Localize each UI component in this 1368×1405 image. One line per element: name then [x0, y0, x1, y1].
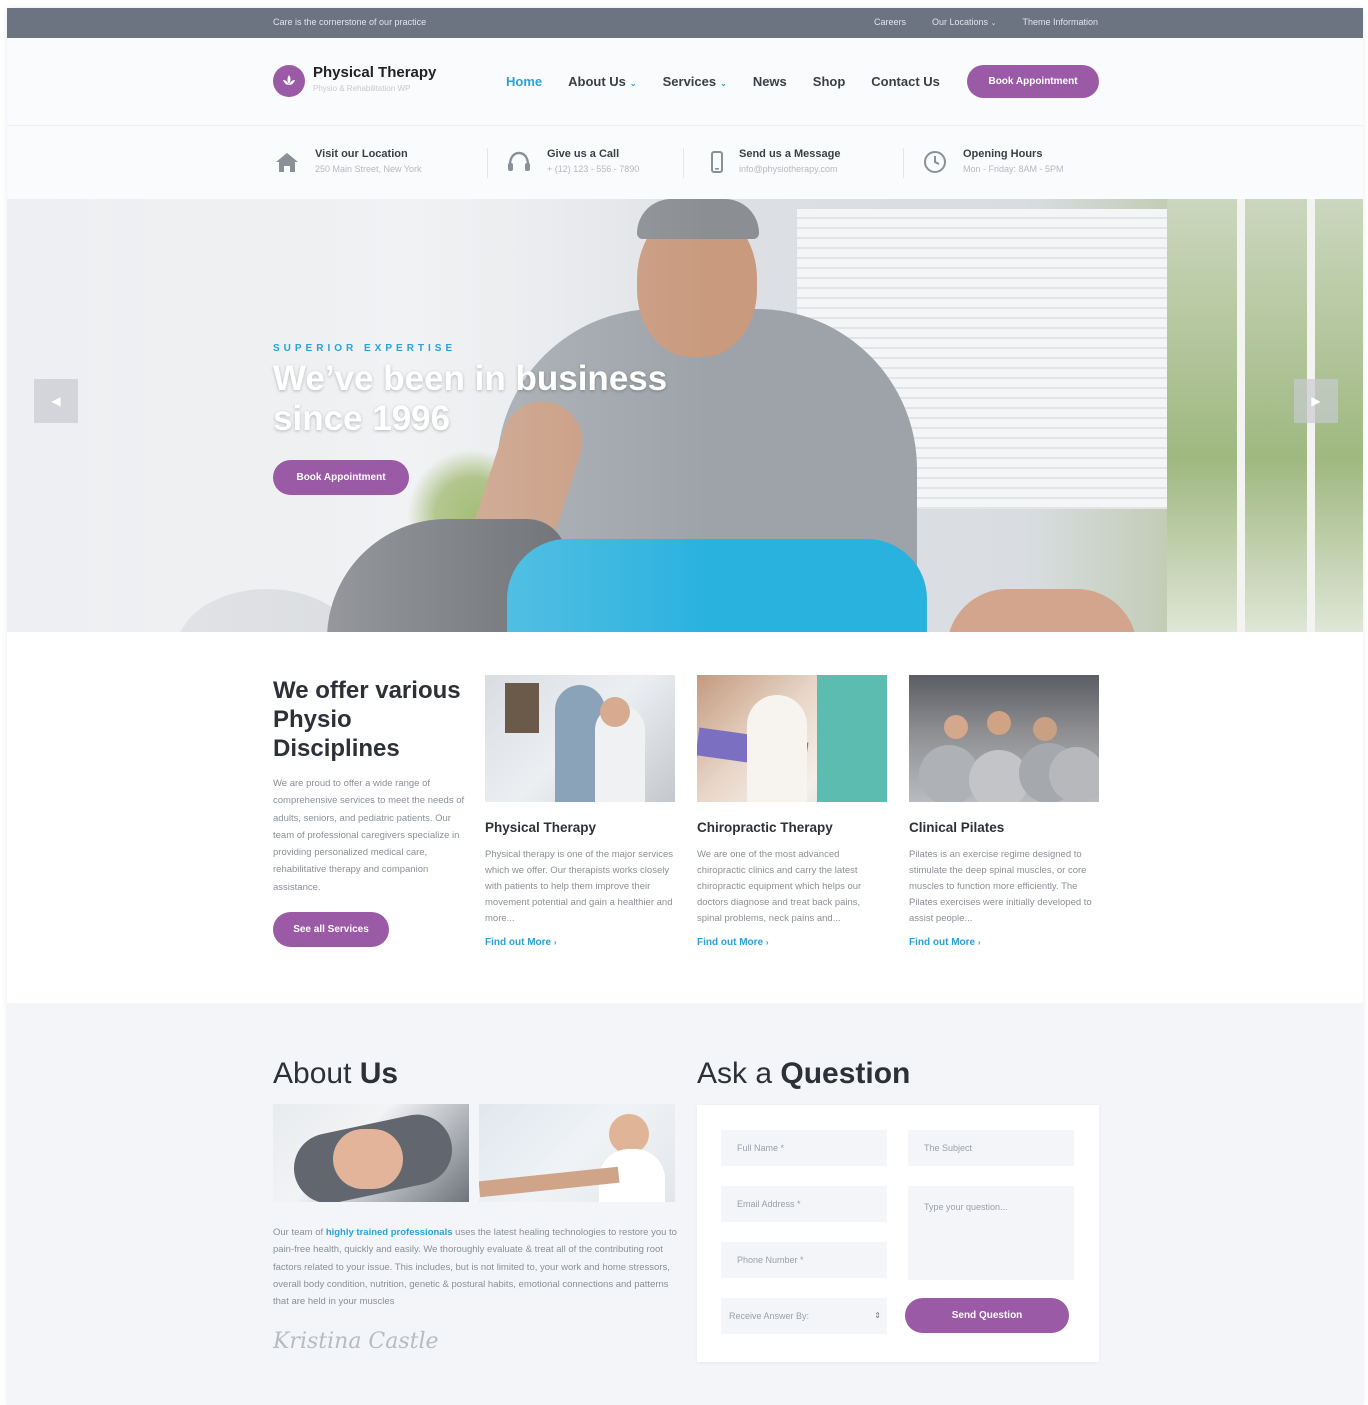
signature: Kristina Castle: [273, 1329, 439, 1354]
theme-information-link[interactable]: Theme Information: [1022, 17, 1098, 27]
nav-home[interactable]: Home: [506, 74, 542, 89]
find-out-more-label: Find out More: [485, 937, 552, 948]
find-out-more-link[interactable]: Find out More ›: [485, 937, 675, 948]
ask-title: Ask a Question: [697, 1057, 910, 1091]
lotus-logo-icon[interactable]: [273, 65, 305, 97]
info-message-title: Send us a Message: [739, 148, 841, 160]
main-nav: Home About Us ⌄ Services ⌄ News Shop Conta…: [506, 74, 966, 89]
service-card-physical-therapy: Physical Therapy Physical therapy is one…: [485, 675, 675, 948]
email-field[interactable]: Email Address *: [721, 1186, 887, 1222]
nav-shop[interactable]: Shop: [813, 74, 846, 89]
divider: [903, 148, 904, 178]
chevron-down-icon: ⌄: [990, 20, 997, 27]
receive-answer-select[interactable]: Receive Answer By: ⇕: [721, 1298, 887, 1334]
question-form: Full Name * The Subject Email Address * …: [697, 1105, 1099, 1362]
service-image-physical-therapy[interactable]: [485, 675, 675, 802]
top-bar: Care is the cornerstone of our practice …: [7, 8, 1363, 38]
subject-field[interactable]: The Subject: [908, 1130, 1074, 1166]
headset-icon: [508, 151, 530, 171]
hero-kicker: SUPERIOR EXPERTISE: [273, 343, 457, 354]
info-location-detail: 250 Main Street, New York: [315, 164, 422, 174]
service-image-clinical-pilates[interactable]: [909, 675, 1099, 802]
chevron-right-icon: ›: [765, 938, 769, 947]
service-title: Chiropractic Therapy: [697, 820, 833, 835]
see-all-services-button[interactable]: See all Services: [273, 912, 389, 947]
chevron-down-icon: ⌄: [629, 79, 637, 88]
find-out-more-label: Find out More: [909, 937, 976, 948]
about-and-question-section: About Us Our team of highly trained prof…: [7, 1003, 1363, 1405]
service-title: Physical Therapy: [485, 820, 597, 835]
service-title: Clinical Pilates: [909, 820, 1005, 835]
service-text: We are one of the most advanced chiropra…: [697, 849, 862, 924]
chevron-right-icon: ›: [553, 938, 557, 947]
about-image-therapist: [479, 1104, 675, 1202]
send-question-button[interactable]: Send Question: [905, 1298, 1069, 1333]
info-hours-title: Opening Hours: [963, 148, 1043, 160]
find-out-more-link[interactable]: Find out More ›: [909, 937, 1099, 948]
hero-book-appointment-button[interactable]: Book Appointment: [273, 460, 409, 495]
about-text-end: uses the latest healing technologies to …: [273, 1227, 677, 1308]
nav-services[interactable]: Services ⌄: [663, 74, 727, 89]
about-image-knee: [273, 1104, 469, 1202]
receive-answer-label: Receive Answer By:: [729, 1311, 810, 1321]
info-bar: Visit our Location 250 Main Street, New …: [7, 126, 1363, 199]
service-card-clinical-pilates: Clinical Pilates Pilates is an exercise …: [909, 675, 1099, 948]
our-locations-link[interactable]: Our Locations ⌄: [932, 17, 996, 27]
phone-field[interactable]: Phone Number *: [721, 1242, 887, 1278]
phone-icon: [711, 151, 723, 173]
tagline: Care is the cornerstone of our practice: [273, 17, 427, 27]
about-title-bold: Us: [359, 1057, 399, 1090]
hero-headline: We’ve been in business since 1996: [273, 359, 668, 438]
clock-icon: [924, 151, 946, 173]
service-text: Pilates is an exercise regime designed t…: [909, 849, 1092, 924]
services-intro: We are proud to offer a wide range of co…: [273, 778, 465, 893]
service-image-chiropractic-therapy[interactable]: [697, 675, 887, 802]
page: Care is the cornerstone of our practice …: [7, 8, 1363, 1405]
info-message-detail: info@physiotherapy.com: [739, 164, 838, 174]
about-text-start: Our team of: [273, 1227, 324, 1238]
about-title-light: About: [273, 1057, 352, 1090]
nav-about-us-label: About Us: [568, 74, 626, 89]
divider: [487, 148, 488, 178]
header-book-appointment-button[interactable]: Book Appointment: [967, 65, 1099, 98]
brand-subtitle: Physio & Rehabilitation WP: [313, 84, 411, 93]
ask-title-light: Ask a: [697, 1057, 773, 1090]
service-text: Physical therapy is one of the major ser…: [485, 849, 673, 924]
find-out-more-label: Find out More: [697, 937, 764, 948]
home-icon: [276, 153, 298, 172]
divider: [683, 148, 684, 178]
chevron-right-icon: ›: [977, 938, 981, 947]
our-locations-label: Our Locations: [932, 17, 989, 27]
find-out-more-link[interactable]: Find out More ›: [697, 937, 887, 948]
about-text: Our team of highly trained professionals…: [273, 1224, 677, 1310]
full-name-field[interactable]: Full Name *: [721, 1130, 887, 1166]
brand-title[interactable]: Physical Therapy: [313, 64, 436, 81]
nav-about-us[interactable]: About Us ⌄: [568, 74, 636, 89]
about-title: About Us: [273, 1057, 398, 1091]
slider-next-arrow-icon[interactable]: ▶: [1294, 379, 1338, 423]
service-card-chiropractic-therapy: Chiropractic Therapy We are one of the m…: [697, 675, 887, 948]
services-section: We offer various Physio Disciplines We a…: [7, 632, 1363, 1003]
chevron-down-icon: ⌄: [720, 79, 727, 88]
select-caret-icon: ⇕: [874, 1311, 881, 1320]
hero-photo-mullion: [1237, 199, 1245, 632]
careers-link[interactable]: Careers: [874, 17, 906, 27]
info-call-title: Give us a Call: [547, 148, 620, 160]
nav-contact-us[interactable]: Contact Us: [871, 74, 940, 89]
info-hours-detail: Mon - Friday: 8AM - 5PM: [963, 164, 1064, 174]
top-links: Careers Our Locations ⌄ Theme Informatio…: [874, 17, 1098, 27]
hero-photo-patient-face: [947, 589, 1137, 632]
nav-news[interactable]: News: [753, 74, 787, 89]
services-title: We offer various Physio Disciplines: [273, 677, 461, 762]
header: Physical Therapy Physio & Rehabilitation…: [7, 38, 1363, 126]
info-location-title: Visit our Location: [315, 148, 408, 160]
nav-services-label: Services: [662, 74, 717, 89]
ask-title-bold: Question: [780, 1057, 911, 1090]
hero-slider: SUPERIOR EXPERTISE We’ve been in busines…: [7, 199, 1363, 632]
question-textarea[interactable]: Type your question...: [908, 1186, 1074, 1280]
info-call-detail: + (12) 123 - 556 - 7890: [547, 164, 640, 174]
about-text-highlight[interactable]: highly trained professionals: [326, 1227, 453, 1238]
slider-prev-arrow-icon[interactable]: ◀: [34, 379, 78, 423]
